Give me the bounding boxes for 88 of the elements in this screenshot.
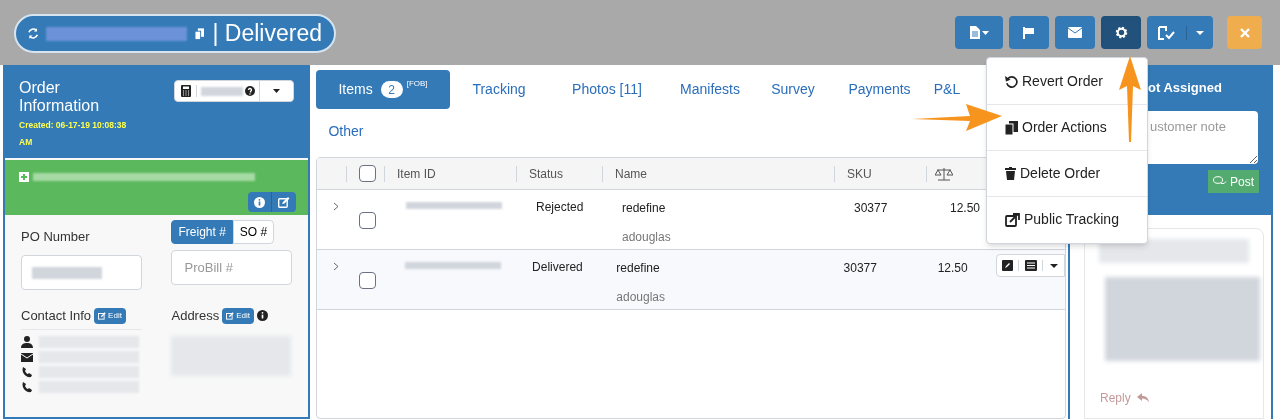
info-button[interactable] — [248, 192, 272, 212]
blurred-text — [32, 266, 102, 279]
row-action-group[interactable] — [996, 254, 1065, 277]
edit-icon — [226, 311, 235, 320]
checkbox[interactable] — [359, 212, 376, 229]
tab[interactable]: Photos [11] — [548, 70, 666, 109]
reply-icon[interactable] — [1136, 393, 1149, 403]
tab[interactable]: Other — [316, 112, 376, 151]
document-icon — [969, 26, 980, 39]
edit-button[interactable] — [272, 192, 296, 212]
field-label: Address — [171, 307, 220, 325]
caret-icon — [273, 89, 280, 93]
column-header: Name — [614, 165, 647, 183]
envelope-icon — [21, 350, 33, 363]
person-icon — [21, 335, 33, 348]
caret-icon[interactable] — [1049, 263, 1058, 268]
scale-icon — [935, 166, 953, 181]
flag-icon — [1023, 26, 1035, 39]
tab[interactable]: Items 2 [FOB] — [316, 70, 450, 109]
tab[interactable]: P&L — [927, 70, 967, 109]
panel-title: ot Assigned — [1148, 79, 1222, 98]
edit-icon — [278, 196, 290, 208]
edit-button[interactable]: Edit — [222, 307, 254, 324]
comments-icon — [1213, 176, 1227, 187]
count-badge: 2 — [380, 81, 403, 98]
po-number-field[interactable] — [21, 255, 143, 290]
close-icon — [1239, 27, 1250, 38]
list-icon[interactable] — [1024, 260, 1037, 271]
chevron-right-icon[interactable] — [333, 262, 339, 271]
tab[interactable]: Survey — [754, 70, 832, 109]
calculator-icon — [180, 85, 191, 97]
menu-item[interactable]: Public Tracking — [987, 200, 1147, 239]
document-menu-button[interactable] — [955, 16, 1003, 49]
settings-button[interactable] — [1101, 16, 1141, 49]
table-cell: Delivered — [532, 260, 583, 274]
flag-button[interactable] — [1009, 16, 1049, 49]
external-link-icon — [1005, 212, 1020, 227]
edit-button[interactable]: Edit — [94, 307, 126, 324]
split-button[interactable] — [1147, 16, 1213, 49]
info-icon — [254, 196, 265, 208]
toggle-button[interactable]: SO # — [232, 220, 275, 244]
chevron-right-icon[interactable] — [333, 202, 339, 211]
table-cell-text: adouglas — [622, 229, 671, 246]
post-button[interactable]: Post — [1208, 170, 1259, 193]
copy-icon[interactable] — [195, 27, 205, 40]
table-cell: Rejected — [536, 200, 584, 214]
toggle-button[interactable]: Freight # — [171, 220, 233, 244]
table-cell-text: adouglas — [616, 289, 666, 306]
refresh-icon[interactable] — [28, 28, 39, 39]
field-label: Contact Info — [21, 307, 92, 325]
column-header: Status — [528, 165, 564, 183]
tab-note: [FOB] — [406, 78, 428, 90]
help-icon — [245, 86, 255, 96]
caret-icon — [1196, 30, 1204, 35]
created-date: Created: 06-17-19 10:08:38 AM — [19, 119, 128, 149]
table-cell: 30377 — [854, 201, 888, 215]
checkbox[interactable] — [358, 272, 376, 289]
tab[interactable]: Payments — [832, 70, 927, 109]
calculator-dropdown[interactable] — [174, 80, 294, 102]
settings-icon — [1114, 26, 1128, 39]
table-cell-text: redefine — [622, 200, 666, 217]
table-cell: 12.50 — [937, 261, 968, 275]
email-button[interactable] — [1055, 16, 1095, 49]
table-cell: 30377 — [843, 261, 877, 275]
phone-icon — [21, 365, 33, 378]
undo-icon — [1005, 75, 1018, 88]
copy-icon — [1005, 120, 1018, 135]
panel-title: Order Information — [19, 79, 101, 115]
table-cell-text: redefine — [616, 260, 660, 277]
edit-icon — [98, 311, 107, 320]
info-icon[interactable] — [257, 310, 268, 322]
edit-icon[interactable] — [1002, 260, 1014, 271]
field-label: PO Number — [21, 228, 91, 246]
menu-item[interactable]: Revert Order — [987, 62, 1147, 101]
envelope-icon — [1068, 27, 1082, 38]
column-header: Item ID — [396, 165, 436, 183]
column-header: SKU — [846, 165, 872, 183]
tab[interactable]: Tracking — [450, 70, 548, 109]
order-status-title: | Delivered — [212, 19, 322, 49]
phone-icon — [21, 380, 33, 393]
tab[interactable]: Manifests — [666, 70, 754, 109]
plus-icon[interactable] — [19, 172, 29, 182]
trash-icon — [1005, 167, 1016, 180]
caret-icon — [981, 30, 989, 35]
checkbox[interactable] — [359, 165, 376, 182]
probill-field[interactable]: ProBill # — [171, 250, 292, 285]
blurred-text — [201, 86, 243, 96]
table-cell: 12.50 — [950, 201, 981, 215]
